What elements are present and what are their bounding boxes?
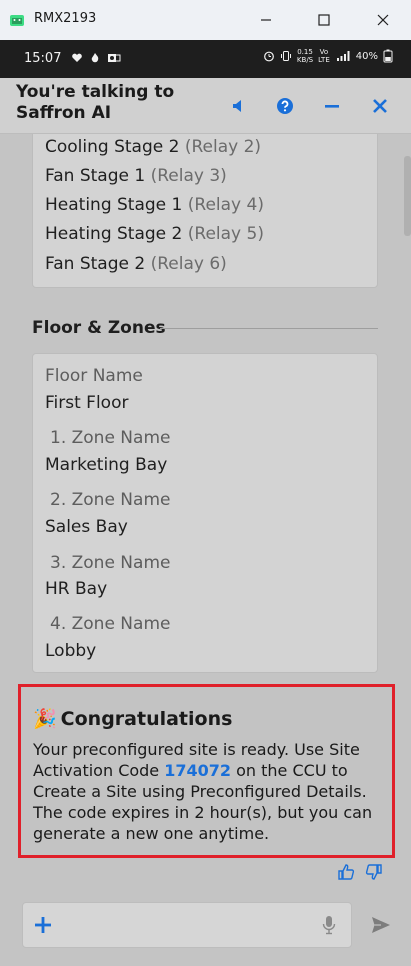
- zone-name-value: Lobby: [45, 641, 97, 661]
- zone-name-label: 3. Zone Name: [50, 553, 171, 573]
- close-icon: [373, 99, 387, 113]
- speaker-icon: [233, 100, 241, 112]
- scrollbar-thumb[interactable]: [404, 156, 411, 236]
- floor-name-value: First Floor: [45, 393, 129, 413]
- message-input-container: [22, 902, 352, 948]
- congratulations-heading: Congratulations: [60, 707, 233, 730]
- window-minimize-button[interactable]: [252, 6, 280, 34]
- help-icon: [277, 98, 293, 114]
- minimize-chat-button[interactable]: [320, 94, 344, 118]
- outlook-icon: [108, 54, 121, 62]
- alarm-icon: [264, 51, 274, 62]
- congratulations-body: Your preconfigured site is ready. Use Si…: [33, 740, 373, 843]
- relay-item: Heating Stage 1 (Relay 4): [45, 195, 264, 215]
- chat-title: You're talking to Saffron AI: [16, 82, 175, 123]
- vibrate-icon: [280, 51, 291, 61]
- volte-indicator: Vo LTE: [318, 48, 330, 64]
- floor-zones-card: Floor Name First Floor 1. Zone Name Mark…: [32, 353, 378, 673]
- status-right-icons: 0.15 KB/S Vo LTE 40%: [263, 48, 393, 64]
- party-popper-icon: 🎉: [33, 708, 57, 730]
- window-title: RMX2193: [34, 11, 97, 26]
- thumbs-down-button[interactable]: [364, 862, 384, 882]
- close-icon: [377, 14, 389, 26]
- relay-item: Cooling Stage 2 (Relay 2): [45, 137, 262, 157]
- attach-button[interactable]: [31, 913, 55, 937]
- notification-icons: [71, 52, 121, 64]
- maximize-icon: [318, 14, 330, 26]
- send-icon: [372, 917, 390, 933]
- floor-zones-heading: Floor & Zones: [32, 318, 166, 338]
- heart-chat-icon: [72, 53, 82, 62]
- signal-icon: [336, 51, 350, 61]
- zone-name-label: 1. Zone Name: [50, 428, 171, 448]
- zone-name-value: Marketing Bay: [45, 455, 168, 475]
- chat-messages[interactable]: Cooling Stage 2 (Relay 2) Fan Stage 1 (R…: [0, 134, 411, 894]
- send-button[interactable]: [368, 912, 394, 938]
- message-input[interactable]: [65, 911, 305, 939]
- relay-item: Fan Stage 1 (Relay 3): [45, 166, 227, 186]
- chat-header: You're talking to Saffron AI: [0, 78, 411, 134]
- app-window: RMX2193 15:07 0.15 KB/S Vo LTE 40% You'r…: [0, 0, 411, 966]
- zone-name-value: Sales Bay: [45, 517, 128, 537]
- speaker-button[interactable]: [227, 94, 251, 118]
- thumbs-up-button[interactable]: [336, 862, 356, 882]
- activation-code: 174072: [164, 761, 232, 780]
- relay-item: Fan Stage 2 (Relay 6): [45, 254, 227, 274]
- zone-name-label: 2. Zone Name: [50, 490, 171, 510]
- microphone-button[interactable]: [319, 914, 339, 936]
- thumbs-up-icon: [338, 864, 355, 880]
- close-chat-button[interactable]: [368, 94, 392, 118]
- battery-icon: [383, 49, 393, 63]
- status-time: 15:07: [24, 51, 62, 66]
- minimize-icon: [261, 19, 271, 21]
- congratulations-title: 🎉 Congratulations: [33, 707, 233, 731]
- floor-name-label: Floor Name: [45, 366, 143, 386]
- flame-icon: [91, 53, 99, 63]
- zone-name-label: 4. Zone Name: [50, 614, 171, 634]
- section-divider: [160, 328, 378, 329]
- microphone-icon: [322, 916, 336, 935]
- window-maximize-button[interactable]: [310, 6, 338, 34]
- zone-name-value: HR Bay: [45, 579, 108, 599]
- phone-status-bar: 15:07 0.15 KB/S Vo LTE 40%: [0, 40, 411, 78]
- plus-icon: [35, 917, 51, 933]
- minus-icon: [325, 105, 339, 108]
- relay-item: Heating Stage 2 (Relay 5): [45, 224, 264, 244]
- help-button[interactable]: [273, 94, 297, 118]
- thumbs-down-icon: [365, 864, 382, 880]
- android-app-icon: [10, 15, 24, 26]
- battery-level: 40%: [355, 50, 378, 62]
- message-composer: [0, 894, 411, 966]
- window-titlebar: RMX2193: [0, 0, 411, 40]
- net-speed: 0.15 KB/S: [296, 48, 314, 64]
- congratulations-message: 🎉 Congratulations Your preconfigured sit…: [18, 684, 395, 858]
- relay-list-card: Cooling Stage 2 (Relay 2) Fan Stage 1 (R…: [32, 134, 378, 288]
- window-close-button[interactable]: [369, 6, 397, 34]
